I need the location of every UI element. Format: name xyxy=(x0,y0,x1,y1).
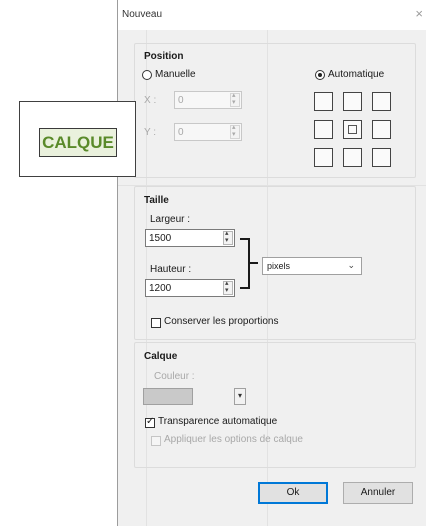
width-spinner[interactable]: 1500 xyxy=(145,229,235,247)
manual-radio[interactable] xyxy=(142,70,152,80)
chevron-down-icon[interactable]: ⌄ xyxy=(347,260,355,271)
transparency-label[interactable]: Transparence automatique xyxy=(158,416,277,427)
new-image-dialog: Nouveau × Position Manuelle Automatique … xyxy=(117,0,426,526)
y-value: 0 xyxy=(178,127,184,138)
anchor-middle-right[interactable] xyxy=(372,120,391,139)
dialog-title: Nouveau xyxy=(122,9,163,20)
anchor-middle-left[interactable] xyxy=(314,120,333,139)
size-legend: Taille xyxy=(144,195,169,206)
y-spinner[interactable]: 0 xyxy=(174,123,242,141)
spinner-arrows-icon[interactable] xyxy=(230,123,240,139)
width-label: Largeur : xyxy=(150,214,191,225)
callout-label: CALQUE xyxy=(39,128,117,157)
y-label: Y : xyxy=(144,127,157,138)
height-label: Hauteur : xyxy=(150,264,192,275)
anchor-top-right[interactable] xyxy=(372,92,391,111)
x-value: 0 xyxy=(178,95,184,106)
x-label: X : xyxy=(144,95,157,106)
spinner-arrows-icon[interactable] xyxy=(230,91,240,107)
ok-button[interactable]: Ok xyxy=(258,482,328,504)
color-swatch[interactable] xyxy=(143,388,193,405)
anchor-center[interactable] xyxy=(343,120,362,139)
automatic-radio-label[interactable]: Automatique xyxy=(328,69,384,80)
callout-frame: CALQUE xyxy=(19,101,136,177)
layer-legend: Calque xyxy=(144,351,178,362)
position-legend: Position xyxy=(144,51,184,62)
automatic-radio[interactable] xyxy=(315,70,325,80)
x-spinner[interactable]: 0 xyxy=(174,91,242,109)
transparency-checkbox[interactable] xyxy=(145,416,155,428)
unit-select[interactable]: pixels ⌄ xyxy=(262,257,362,275)
manual-radio-label[interactable]: Manuelle xyxy=(155,69,196,80)
close-icon[interactable]: × xyxy=(415,6,423,21)
color-label: Couleur : xyxy=(154,371,195,382)
height-spinner[interactable]: 1200 xyxy=(145,279,235,297)
link-bracket-tick xyxy=(249,262,258,264)
keep-ratio-checkbox[interactable] xyxy=(151,318,161,328)
spinner-arrows-icon[interactable] xyxy=(223,279,233,295)
dialog-titlebar: Nouveau × xyxy=(118,0,426,30)
spinner-arrows-icon[interactable] xyxy=(223,229,233,245)
anchor-bottom-center[interactable] xyxy=(343,148,362,167)
anchor-top-left[interactable] xyxy=(314,92,333,111)
chevron-down-icon[interactable]: ▾ xyxy=(234,388,246,405)
height-value[interactable]: 1200 xyxy=(149,283,171,294)
apply-options-label[interactable]: Appliquer les options de calque xyxy=(164,434,303,445)
width-value[interactable]: 1500 xyxy=(149,233,171,244)
apply-options-checkbox[interactable] xyxy=(151,436,161,446)
unit-value: pixels xyxy=(267,261,291,271)
anchor-top-center[interactable] xyxy=(343,92,362,111)
keep-ratio-label[interactable]: Conserver les proportions xyxy=(164,316,279,327)
anchor-bottom-right[interactable] xyxy=(372,148,391,167)
anchor-bottom-left[interactable] xyxy=(314,148,333,167)
cancel-button[interactable]: Annuler xyxy=(343,482,413,504)
